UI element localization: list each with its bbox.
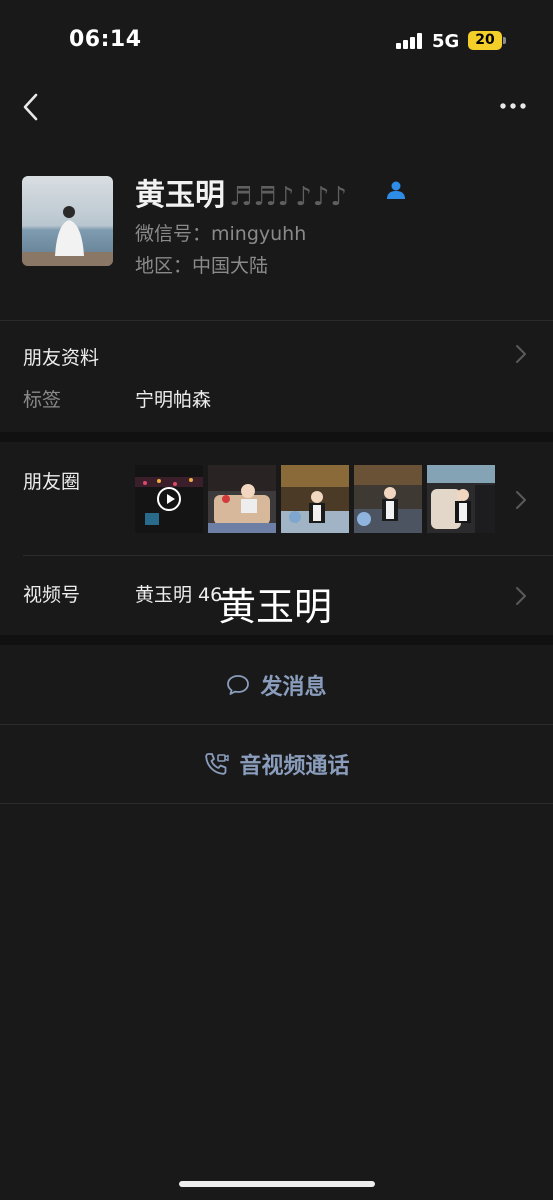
channels-value: 黄玉明 46	[135, 584, 223, 606]
back-button[interactable]	[18, 90, 46, 124]
friend-info-row[interactable]	[0, 321, 553, 431]
chevron-right-icon	[516, 491, 526, 509]
more-options-button[interactable]	[498, 96, 528, 116]
moment-thumbnail[interactable]	[354, 465, 422, 533]
play-icon	[157, 487, 181, 511]
tag-value: 宁明帕森	[135, 389, 212, 411]
tag-label: 标签	[23, 389, 62, 411]
voice-video-call-button[interactable]: 音视频通话	[0, 725, 553, 803]
contact-name-text: 黄玉明	[135, 178, 225, 213]
channels-title: 视频号	[23, 584, 81, 606]
battery-icon: 20	[468, 31, 506, 50]
phone-video-icon	[205, 753, 230, 775]
section-gap	[0, 432, 553, 442]
moment-thumbnail[interactable]	[208, 465, 276, 533]
voice-video-call-label: 音视频通话	[239, 754, 350, 779]
signal-icon	[396, 33, 424, 49]
region: 地区：中国大陆	[135, 255, 269, 277]
more-dots-icon	[500, 103, 526, 109]
moment-thumbnail[interactable]	[281, 465, 349, 533]
moments-title: 朋友圈	[23, 471, 81, 493]
home-indicator[interactable]	[179, 1181, 375, 1187]
contact-name: 黄玉明 ♬♬♪♪♪♪	[135, 170, 348, 214]
battery-level: 20	[475, 32, 495, 48]
contact-name-notes: ♬♬♪♪♪♪	[229, 182, 348, 212]
network-type: 5G	[432, 31, 460, 52]
moment-thumbnail[interactable]	[135, 465, 203, 533]
send-message-label: 发消息	[260, 675, 327, 700]
profile-screen: 06:14 5G 20 黄玉明 ♬♬♪♪♪♪ 微信号：mingyuhh 地区：中…	[0, 0, 553, 1200]
section-gap	[0, 635, 553, 645]
wechat-id: 微信号：mingyuhh	[135, 223, 307, 245]
chevron-left-icon	[23, 93, 38, 121]
avatar[interactable]	[22, 176, 113, 266]
send-message-button[interactable]: 发消息	[0, 646, 553, 724]
name-overlay-text: 黄玉明	[218, 585, 333, 629]
moment-thumbnail[interactable]	[427, 465, 495, 533]
chevron-right-icon	[516, 345, 526, 363]
divider	[0, 803, 553, 804]
chat-bubble-icon	[227, 675, 250, 695]
chevron-right-icon	[516, 587, 526, 605]
friend-info-title: 朋友资料	[23, 347, 100, 369]
status-time: 06:14	[69, 27, 142, 52]
contact-person-icon	[386, 180, 406, 200]
